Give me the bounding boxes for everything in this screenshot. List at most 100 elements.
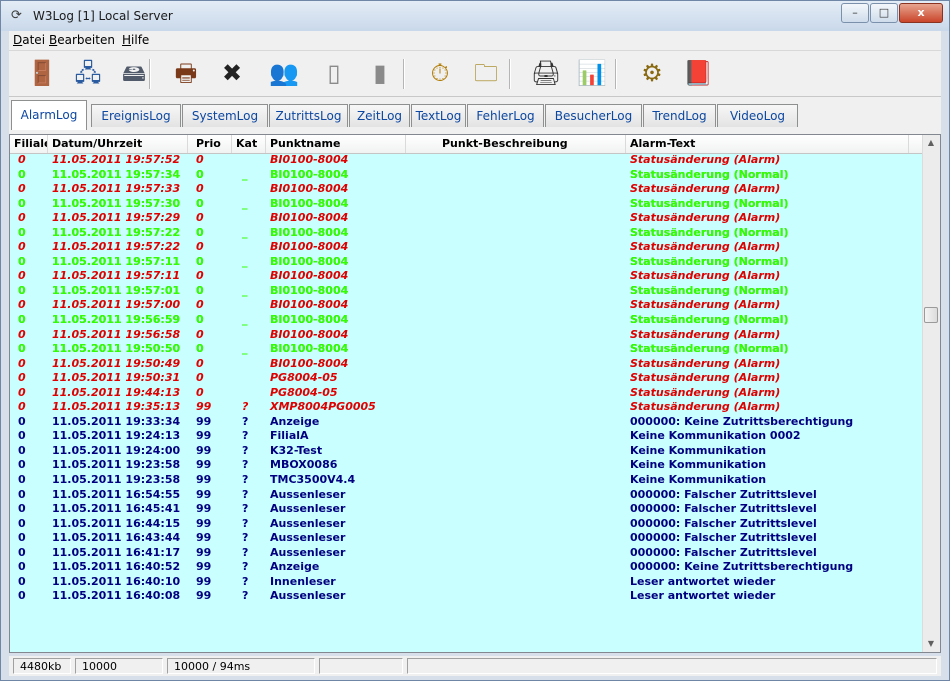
network-computer-icon[interactable]: 🖧 <box>71 56 105 90</box>
tab-alarmlog[interactable]: AlarmLog <box>11 100 87 130</box>
cell-filiale: 0 <box>18 443 26 457</box>
tab-systemlog[interactable]: SystemLog <box>182 104 268 127</box>
title-bar[interactable]: ⟳ W3Log [1] Local Server – □ x <box>1 1 949 31</box>
scroll-down-icon[interactable]: ▼ <box>925 638 937 650</box>
cell-prio: 0 <box>196 356 204 370</box>
table-row[interactable]: 0 11.05.2011 19:56:59 0 _ BI0100-8004 Statusä… <box>10 313 925 328</box>
table-row[interactable]: 0 11.05.2011 19:57:29 0 BI0100-8004 Statusän… <box>10 211 925 226</box>
excel-export-icon[interactable]: 📊 <box>575 56 609 90</box>
cell-filiale: 0 <box>18 487 26 501</box>
col-datum-header[interactable]: Datum/Uhrzeit <box>48 135 188 153</box>
cell-filiale: 0 <box>18 414 26 428</box>
cell-filiale: 0 <box>18 167 26 181</box>
settings-gears-icon[interactable]: ⚙ <box>635 56 669 90</box>
col-prio-header[interactable]: Prio <box>188 135 232 153</box>
cell-filiale: 0 <box>18 429 26 443</box>
operators-icon[interactable]: 👥 <box>267 56 301 90</box>
stopwatch-icon[interactable]: ⏱ <box>423 56 457 90</box>
cell-datum: 11.05.2011 19:23:58 <box>52 458 181 472</box>
cell-kat: ? <box>242 574 249 588</box>
menu-bearbeiten[interactable]: Bearbeiten <box>49 33 115 47</box>
menu-hilfe[interactable]: Hilfe <box>122 33 149 47</box>
exit-door-icon[interactable]: 🚪 <box>25 56 59 90</box>
cell-alarm-text: Statusänderung (Alarm) <box>630 211 781 225</box>
cell-datum: 11.05.2011 19:57:01 <box>52 283 181 297</box>
table-row[interactable]: 0 11.05.2011 16:44:15 99? Aussenleser 000000… <box>10 517 925 532</box>
col-filiale-header[interactable]: Filiale <box>10 135 48 153</box>
cell-prio: 99 <box>196 589 212 603</box>
cell-alarm-text: Leser antwortet wieder <box>630 589 776 603</box>
cell-datum: 11.05.2011 19:35:13 <box>52 400 181 414</box>
cell-alarm-text: Statusänderung (Alarm) <box>630 385 781 399</box>
delete-cross-icon[interactable]: ✖ <box>215 56 249 90</box>
col-kat-header[interactable]: Kat <box>232 135 266 153</box>
table-row[interactable]: 0 11.05.2011 19:57:22 0 BI0100-8004 Statusän… <box>10 240 925 255</box>
table-row[interactable]: 0 11.05.2011 19:57:34 0 _ BI0100-8004 Statusä… <box>10 168 925 183</box>
table-row[interactable]: 0 11.05.2011 19:57:11 0 _ BI0100-8004 Statusä… <box>10 255 925 270</box>
table-row[interactable]: 0 11.05.2011 16:40:52 99? Anzeige 000000: Ke… <box>10 560 925 575</box>
document-gray-icon[interactable]: ▯ <box>317 56 351 90</box>
table-row[interactable]: 0 11.05.2011 19:57:30 0 _ BI0100-8004 Statusä… <box>10 197 925 212</box>
col-punktname-header[interactable]: Punktname <box>266 135 406 153</box>
cell-datum: 11.05.2011 19:57:30 <box>52 196 181 210</box>
tab-fehlerlog[interactable]: FehlerLog <box>467 104 544 127</box>
scroll-thumb[interactable] <box>924 307 938 323</box>
table-row[interactable]: 0 11.05.2011 19:44:13 0 PG8004-05 Statusände… <box>10 386 925 401</box>
cell-alarm-text: Statusänderung (Alarm) <box>630 269 781 283</box>
table-row[interactable]: 0 11.05.2011 19:23:58 99? TMC3500V4.4 Keine … <box>10 473 925 488</box>
table-row[interactable]: 0 11.05.2011 19:57:11 0 BI0100-8004 Statusän… <box>10 269 925 284</box>
tab-trendlog[interactable]: TrendLog <box>643 104 716 127</box>
tab-textlog[interactable]: TextLog <box>411 104 466 127</box>
cell-filiale: 0 <box>18 298 26 312</box>
scroll-up-icon[interactable]: ▲ <box>925 137 937 149</box>
table-row[interactable]: 0 11.05.2011 19:57:52 0 BI0100-8004 Statusän… <box>10 153 925 168</box>
tab-zutrittslog[interactable]: ZutrittsLog <box>269 104 348 127</box>
table-row[interactable]: 0 11.05.2011 19:35:13 99? XMP8004PG0005 Stat… <box>10 400 925 415</box>
maximize-button[interactable]: □ <box>870 3 898 23</box>
printer-icon[interactable]: 🖨 <box>529 56 563 90</box>
table-row[interactable]: 0 11.05.2011 19:57:22 0 _ BI0100-8004 Statusä… <box>10 226 925 241</box>
table-row[interactable]: 0 11.05.2011 19:56:58 0 BI0100-8004 Statusän… <box>10 328 925 343</box>
table-row[interactable]: 0 11.05.2011 19:57:00 0 BI0100-8004 Statusän… <box>10 298 925 313</box>
cell-prio: 0 <box>196 298 204 312</box>
cell-alarm-text: Statusänderung (Alarm) <box>630 400 781 414</box>
tab-besucherlog[interactable]: BesucherLog <box>545 104 642 127</box>
table-row[interactable]: 0 11.05.2011 16:41:17 99? Aussenleser 000000… <box>10 546 925 561</box>
server-disk-icon[interactable]: 🖴 <box>117 56 151 90</box>
help-book-icon[interactable]: 📕 <box>681 56 715 90</box>
table-row[interactable]: 0 11.05.2011 19:24:13 99? FilialA Keine Komm… <box>10 429 925 444</box>
print-preview-icon[interactable]: 🖶 <box>169 56 203 90</box>
table-row[interactable]: 0 11.05.2011 16:40:10 99? Innenleser Leser a… <box>10 575 925 590</box>
table-row[interactable]: 0 11.05.2011 16:40:08 99? Aussenleser Leser … <box>10 589 925 604</box>
table-row[interactable]: 0 11.05.2011 19:24:00 99? K32-Test Keine Kom… <box>10 444 925 459</box>
table-row[interactable]: 0 11.05.2011 19:57:33 0 BI0100-8004 Statusän… <box>10 182 925 197</box>
col-alarm-text-header[interactable]: Alarm-Text <box>626 135 909 153</box>
table-row[interactable]: 0 11.05.2011 19:23:58 99? MBOX0086 Keine Kom… <box>10 458 925 473</box>
table-row[interactable]: 0 11.05.2011 16:54:55 99? Aussenleser 000000… <box>10 488 925 503</box>
minimize-button[interactable]: – <box>841 3 869 23</box>
cell-punktname: Aussenleser <box>270 502 346 516</box>
block-gray-icon[interactable]: ▮ <box>363 56 397 90</box>
vertical-scrollbar[interactable]: ▲ ▼ <box>922 135 940 652</box>
table-row[interactable]: 0 11.05.2011 19:50:49 0 BI0100-8004 Statusän… <box>10 357 925 372</box>
cell-punktname: BI0100-8004 <box>270 167 349 181</box>
tab-zeitlog[interactable]: ZeitLog <box>349 104 410 127</box>
cell-datum: 11.05.2011 19:50:50 <box>52 342 181 356</box>
folder-add-icon[interactable]: 🗀 <box>469 56 503 90</box>
cell-prio: 0 <box>196 269 204 283</box>
col-beschreibung-header[interactable]: Punkt-Beschreibung <box>406 135 626 153</box>
tab-videolog[interactable]: VideoLog <box>717 104 798 127</box>
table-row[interactable]: 0 11.05.2011 16:43:44 99? Aussenleser 000000… <box>10 531 925 546</box>
tab-ereignislog[interactable]: EreignisLog <box>91 104 181 127</box>
cell-datum: 11.05.2011 19:57:22 <box>52 225 181 239</box>
table-row[interactable]: 0 11.05.2011 19:50:31 0 PG8004-05 Statusände… <box>10 371 925 386</box>
table-row[interactable]: 0 11.05.2011 19:33:34 99? Anzeige 000000: Ke… <box>10 415 925 430</box>
menu-datei[interactable]: Datei <box>13 33 45 47</box>
table-row[interactable]: 0 11.05.2011 19:50:50 0 _ BI0100-8004 Statusä… <box>10 342 925 357</box>
cell-alarm-text: Statusänderung (Normal) <box>630 342 789 356</box>
table-row[interactable]: 0 11.05.2011 19:57:01 0 _ BI0100-8004 Statusä… <box>10 284 925 299</box>
cell-prio: 99 <box>196 502 212 516</box>
close-button[interactable]: x <box>899 3 943 23</box>
table-row[interactable]: 0 11.05.2011 16:45:41 99? Aussenleser 000000… <box>10 502 925 517</box>
cell-kat: ? <box>242 414 249 428</box>
